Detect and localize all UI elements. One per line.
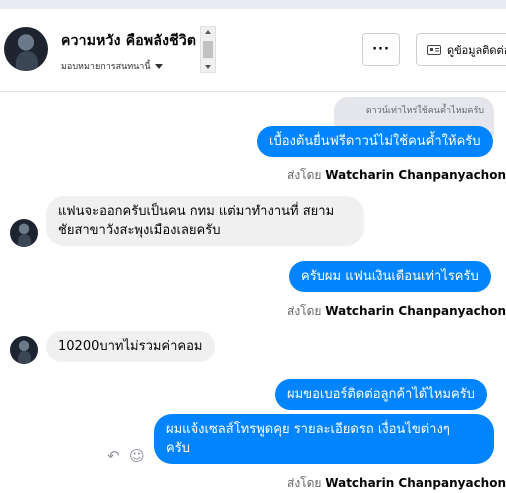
contact-avatar-small[interactable] bbox=[10, 219, 38, 247]
conversation-header: ความหวัง คือพลังชีวิต มอบหมายการสนทนานี้… bbox=[0, 9, 506, 92]
assign-conversation-dropdown[interactable]: มอบหมายการสนทนานี้ bbox=[61, 59, 163, 73]
view-contact-info-label: ดูข้อมูลติดต่อ bbox=[447, 43, 506, 57]
message-bubble-incoming[interactable]: 10200บาทไม่รวมค่าคอม bbox=[46, 331, 215, 362]
message-bubble-outgoing[interactable]: ผมแจ้งเซลส์โทรพูดคุย รายละเอียดรถ เงื่อน… bbox=[154, 414, 494, 464]
message-bubble-incoming[interactable]: แฟนจะออกครับเป็นคน กทม แต่มาทำงานที่ สยา… bbox=[46, 196, 364, 246]
emoji-icon[interactable]: ☺ bbox=[129, 447, 145, 465]
sent-by-label: ส่งโดย Watcharin Chanpanyachon? bbox=[287, 302, 506, 321]
message-line: ผมแจ้งเซลส์โทรพูดคุย รายละเอียดรถ เงื่อน… bbox=[166, 422, 450, 437]
sent-by-prefix: ส่งโดย bbox=[287, 168, 322, 182]
message-line: ครับ bbox=[166, 441, 190, 456]
sender-name[interactable]: Watcharin Chanpanyachon bbox=[325, 304, 506, 318]
message-bubble-outgoing[interactable]: เบื้องต้นยื่นฟรีดาวน์ไม่ใช้คนค้ำให้ครับ bbox=[257, 126, 493, 157]
message-bubble-outgoing[interactable]: ผมขอเบอร์ติดต่อลูกค้าได้ไหมครับ bbox=[275, 379, 487, 410]
sent-by-prefix: ส่งโดย bbox=[287, 476, 322, 490]
scrollbar-thumb[interactable] bbox=[203, 41, 213, 58]
scroll-up-arrow-icon[interactable] bbox=[205, 30, 211, 34]
contact-name[interactable]: ความหวัง คือพลังชีวิต bbox=[61, 30, 196, 52]
message-line: ชัยสาขาวังสะพุงเมืองเลยครับ bbox=[58, 223, 221, 238]
contact-card-icon bbox=[427, 44, 441, 55]
message-bubble-outgoing[interactable]: ครับผม แฟนเงินเดือนเท่าไรครับ bbox=[289, 261, 491, 292]
message-line: แฟนจะออกครับเป็นคน กทม แต่มาทำงานที่ สยา… bbox=[58, 204, 335, 219]
sent-by-label: ส่งโดย Watcharin Chanpanyachon? bbox=[287, 474, 506, 493]
view-contact-info-button[interactable]: ดูข้อมูลติดต่อ bbox=[416, 33, 506, 66]
caret-down-icon bbox=[154, 64, 163, 69]
contact-avatar[interactable] bbox=[4, 27, 48, 71]
scroll-down-arrow-icon[interactable] bbox=[205, 65, 211, 69]
reply-icon[interactable]: ↶ bbox=[107, 447, 120, 465]
sent-by-label: ส่งโดย Watcharin Chanpanyachon? bbox=[287, 166, 506, 185]
more-options-button[interactable]: ··· bbox=[362, 33, 400, 66]
assign-conversation-label: มอบหมายการสนทนานี้ bbox=[61, 62, 151, 72]
sent-by-prefix: ส่งโดย bbox=[287, 304, 322, 318]
top-strip bbox=[0, 0, 506, 9]
sender-name[interactable]: Watcharin Chanpanyachon bbox=[325, 168, 506, 182]
header-scrollbar[interactable] bbox=[200, 26, 216, 73]
sender-name[interactable]: Watcharin Chanpanyachon bbox=[325, 476, 506, 490]
contact-avatar-small[interactable] bbox=[10, 336, 38, 364]
